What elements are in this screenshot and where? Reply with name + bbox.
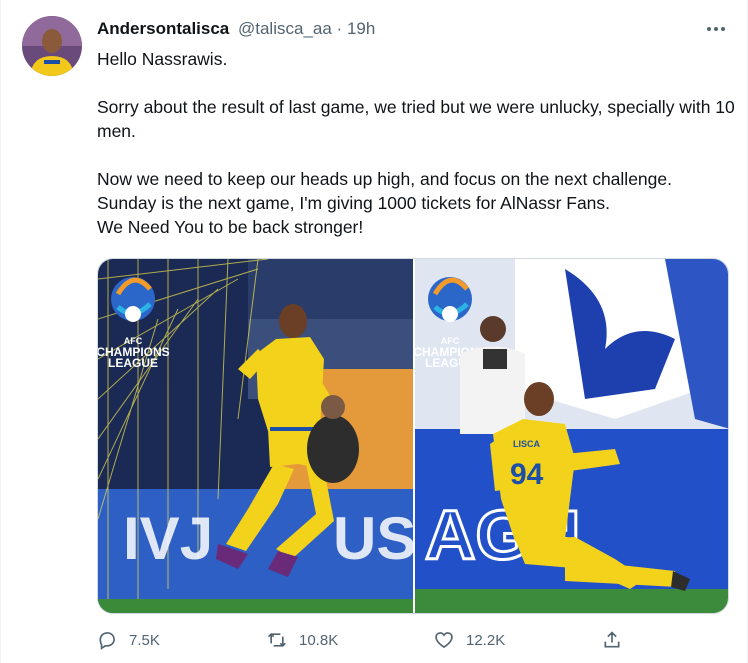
tweet-line: Sorry about the result of last game, we … bbox=[97, 97, 735, 141]
timestamp[interactable]: 19h bbox=[347, 19, 375, 38]
photo-knee-slide[interactable]: AGH AFC CHAMPIONS LEAGUE 94 LISCA bbox=[415, 259, 728, 613]
author-name[interactable]: Andersontalisca bbox=[97, 19, 229, 38]
tweet-line: Now we need to keep our heads up high, a… bbox=[97, 169, 672, 189]
photo-celebration-run[interactable]: IVJ US AFC CHAMPIONS LEAGUE bbox=[98, 259, 413, 613]
svg-text:IVJ: IVJ bbox=[123, 505, 213, 572]
heart-icon bbox=[435, 632, 453, 649]
ellipsis-icon bbox=[707, 27, 725, 31]
avatar[interactable] bbox=[22, 16, 82, 76]
league-label: LEAGUE bbox=[108, 356, 158, 370]
like-button[interactable]: 12.2K bbox=[434, 630, 505, 650]
jersey-name: LISCA bbox=[513, 439, 541, 449]
media-grid: IVJ US AFC CHAMPIONS LEAGUE AGH AFC CHAM… bbox=[97, 258, 729, 614]
author-handle[interactable]: @talisca_aa bbox=[238, 19, 332, 38]
action-bar: 7.5K 10.8K 12.2K bbox=[97, 630, 657, 656]
tweet-line: Sunday is the next game, I'm giving 1000… bbox=[97, 193, 611, 213]
retweet-icon bbox=[268, 632, 286, 647]
reply-count: 7.5K bbox=[129, 631, 160, 649]
retweet-count: 10.8K bbox=[299, 631, 339, 649]
tweet-line: We Need You to be back stronger! bbox=[97, 217, 364, 237]
svg-text:US: US bbox=[333, 505, 413, 572]
share-icon bbox=[604, 631, 620, 648]
tweet-card[interactable]: Andersontalisca @talisca_aa · 19h Hello … bbox=[0, 0, 748, 663]
reply-icon bbox=[99, 632, 115, 650]
retweet-button[interactable]: 10.8K bbox=[267, 630, 338, 650]
separator-dot: · bbox=[336, 19, 343, 38]
svg-text:94: 94 bbox=[510, 458, 544, 491]
more-options-button[interactable] bbox=[705, 20, 727, 40]
share-button[interactable] bbox=[602, 630, 634, 650]
reply-button[interactable]: 7.5K bbox=[97, 630, 160, 650]
like-count: 12.2K bbox=[466, 631, 506, 649]
tweet-line: Hello Nassrawis. bbox=[97, 49, 228, 69]
tweet-text: Hello Nassrawis. Sorry about the result … bbox=[97, 47, 737, 239]
tweet-header: Andersontalisca @talisca_aa · 19h bbox=[97, 18, 375, 40]
